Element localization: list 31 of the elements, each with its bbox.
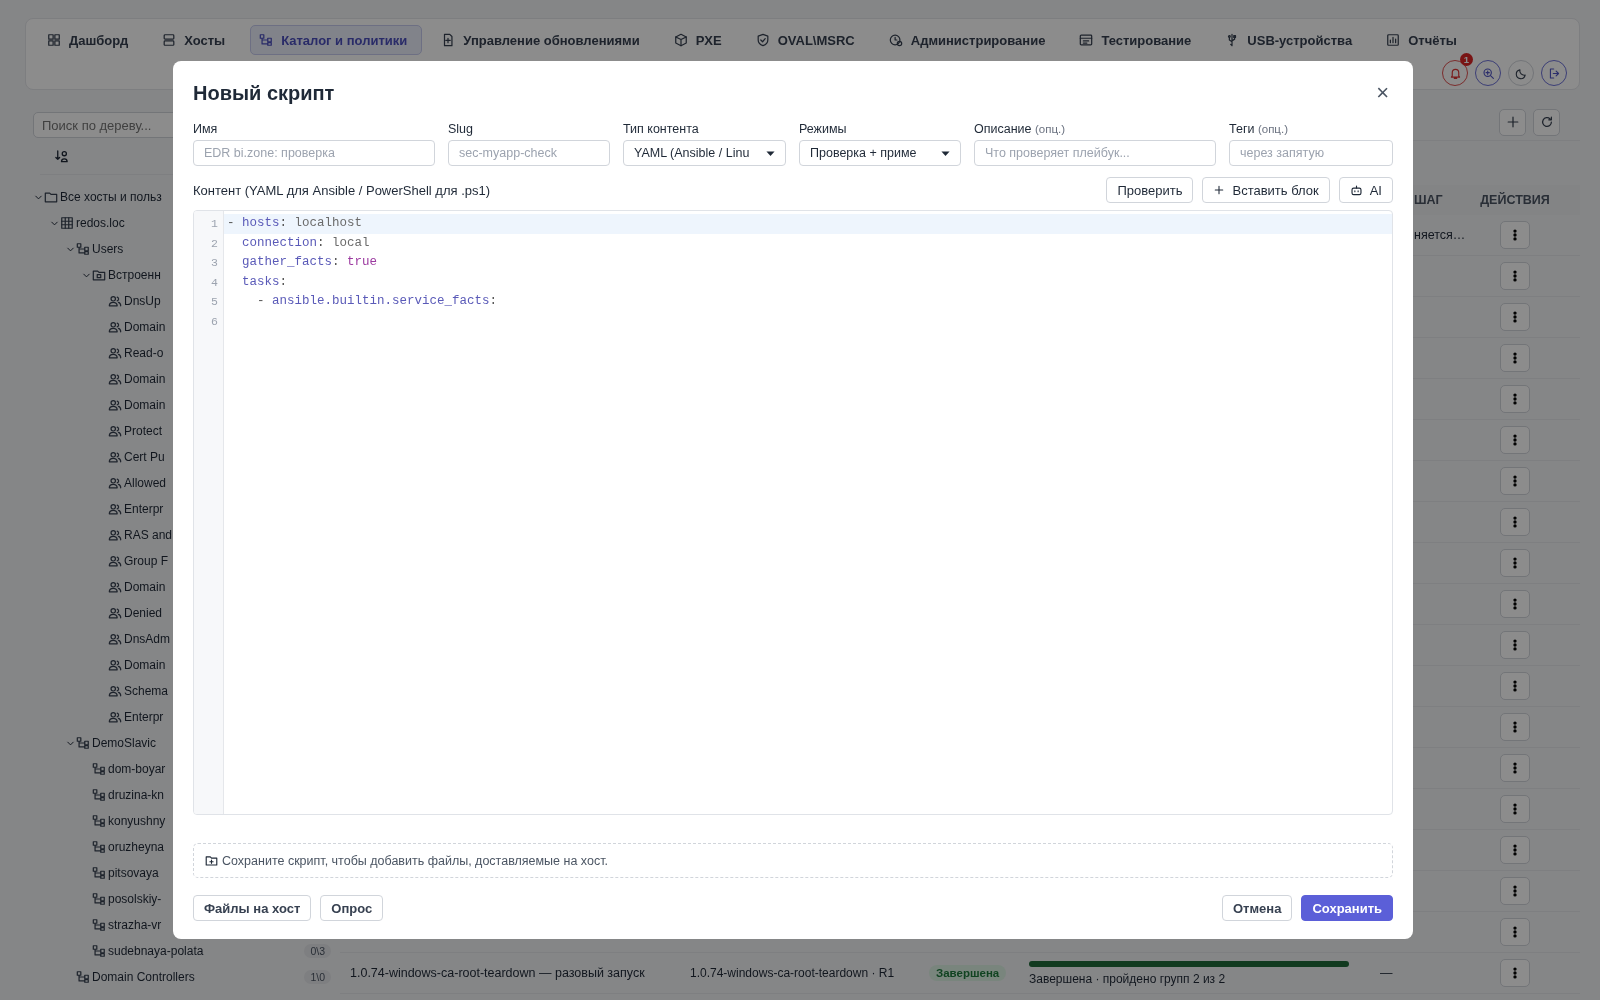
- notice-text: Сохраните скрипт, чтобы добавить файлы, доставляемые на хост.: [222, 853, 608, 868]
- status-badge: Завершена: [929, 965, 1007, 981]
- code-line: gather_facts: true: [241, 255, 378, 269]
- table-cell-text: —: [1379, 966, 1394, 980]
- field-label: Имя: [193, 122, 219, 138]
- field-label: Теги (опц.): [1229, 122, 1289, 138]
- table-cell-text: 1.0.74-windows-ca-root-teardown — разовый запуск: [349, 966, 646, 980]
- field-label: Тип контента: [623, 122, 700, 138]
- field-label: Slug: [448, 122, 475, 138]
- column-header: ДЕЙСТВИЯ: [1479, 193, 1551, 207]
- line-number: 6: [210, 313, 219, 330]
- code-line: connection: local: [241, 235, 370, 250]
- code-line: tasks:: [241, 274, 288, 289]
- line-number: 2: [210, 235, 219, 252]
- count-badge: 0\3: [304, 944, 331, 958]
- field-label: Режимы: [799, 122, 848, 138]
- code-line: - hosts: localhost: [227, 216, 363, 230]
- progress-text: Завершена · пройдено групп 2 из 2: [1029, 971, 1227, 986]
- line-number: 5: [210, 294, 219, 310]
- column-header: ШАГ: [1413, 193, 1444, 207]
- count-badge: 1\0: [304, 970, 331, 984]
- table-cell-text: 1.0.74-windows-ca-root-teardown · R1: [689, 966, 896, 980]
- field-label: Описание (опц.): [974, 122, 1067, 138]
- content-label: Контент (YAML для Ansible / PowerShell для .ps1): [193, 182, 491, 198]
- notification-badge: 1: [1460, 53, 1473, 66]
- line-number: 4: [210, 274, 219, 291]
- line-number: 3: [210, 255, 219, 271]
- dialog-title: Новый скрипт: [193, 81, 335, 105]
- table-cell: няется…: [1414, 228, 1466, 242]
- line-number: 1: [210, 216, 219, 232]
- code-line: - ansible.builtin.service_facts:: [256, 294, 498, 308]
